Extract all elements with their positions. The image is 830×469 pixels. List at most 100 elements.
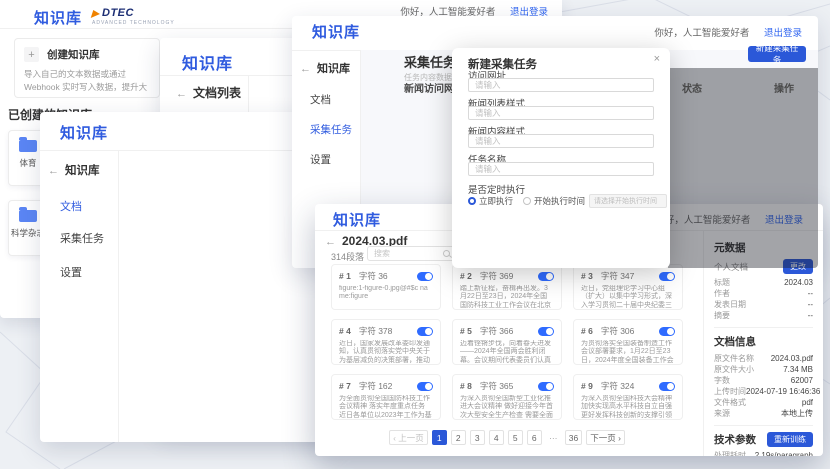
retrain-button[interactable]: 重新训练 [767, 432, 813, 447]
sidebar-item-documents[interactable]: 文档 [310, 92, 331, 107]
paragraph-id: # 7 [339, 381, 351, 391]
paragraph-count: 314段落 [331, 250, 364, 263]
content-style-input[interactable] [468, 134, 654, 148]
tech-row: 处理耗时2.19s/paragraph [714, 450, 813, 456]
pagination-prev[interactable]: ‹ 上一页 [389, 430, 428, 445]
paragraph-id: # 5 [460, 326, 472, 336]
paragraph-chars: 字符 324 [601, 380, 635, 392]
desktop: 知识库 DTEC ADVANCED TECHNOLOGY 你好，人工智能爱好者 … [0, 0, 830, 469]
radio-run-later-label[interactable]: 开始执行时间 [534, 195, 585, 207]
back-arrow-icon: ← [48, 165, 59, 177]
sidebar-item-settings[interactable]: 设置 [60, 264, 82, 280]
paragraph-card[interactable]: # 3字符 347 近日，党组理论学习中心组（扩大）以集中学习形式，深入学习贯彻… [573, 264, 683, 310]
sidebar-item-documents[interactable]: 文档 [60, 198, 82, 214]
user-info: 你好，人工智能爱好者 退出登录 [654, 25, 802, 39]
sidebar-item-settings[interactable]: 设置 [310, 152, 331, 167]
paragraph-text: 近日，国家发展改革委印发通知，认真贯彻落实党中央关于为基层减负的决策部署，推动党… [339, 340, 433, 365]
search-box [367, 246, 455, 261]
close-icon[interactable]: × [654, 53, 660, 65]
pagination-page-6[interactable]: 6 [527, 430, 542, 445]
schedule-options: 立即执行 开始执行时间 [468, 194, 667, 208]
meta-row: 标题2024.03 [714, 277, 813, 288]
pagination: ‹ 上一页 1 2 3 4 5 6 ··· 36 下一页 › [331, 430, 683, 445]
paragraph-id: # 8 [460, 381, 472, 391]
create-kb-card[interactable]: + 创建知识库 导入自己的文本数据或通过 Webhook 实时写入数据，提升大模… [14, 38, 160, 98]
paragraph-toggle[interactable] [659, 272, 675, 281]
list-style-input[interactable] [468, 106, 654, 120]
logout-link[interactable]: 退出登录 [764, 28, 802, 39]
paragraph-text: figure:1-figure-0.jpg@#$c name:figure [339, 285, 433, 302]
paragraph-text: 为深入贯彻全国科技大会精神 加快实现高水平科技自立自强 更好发挥科技创新的支撑引… [581, 395, 675, 420]
paragraph-chars: 字符 36 [359, 270, 388, 282]
pagination-page-4[interactable]: 4 [489, 430, 504, 445]
paragraph-id: # 2 [460, 271, 472, 281]
paragraph-chars: 字符 347 [601, 270, 635, 282]
paragraph-id: # 9 [581, 381, 593, 391]
paragraph-card[interactable]: # 9 字符 324 为深入贯彻全国科技大会精神 加快实现高水平科技自立自强 更好… [573, 374, 683, 420]
radio-run-later[interactable] [523, 197, 531, 205]
file-info-row: 原文件名称2024.03.pdf [714, 353, 813, 364]
paragraph-toggle[interactable] [417, 382, 433, 391]
paragraph-id: # 1 [339, 271, 351, 281]
paragraph-card[interactable]: # 4 字符 378 近日，国家发展改革委印发通知，认真贯彻落实党中央关于为基层减… [331, 319, 441, 365]
paragraph-text: 近日，党组理论学习中心组（扩大）以集中学习形式，深入学习贯彻二十届中央纪委三次全… [581, 285, 675, 310]
paragraph-card[interactable]: # 8字符 365 为深入贯彻全国新型工业化推进大会议精神 做好迎接今年首次大型… [452, 374, 562, 420]
brand-logo-text: DTEC [92, 8, 175, 19]
app-title: 知识库 [60, 122, 108, 143]
paragraph-chars: 字符 378 [359, 325, 393, 337]
pagination-page-2[interactable]: 2 [451, 430, 466, 445]
back-arrow-icon: ← [300, 63, 311, 75]
url-input[interactable] [468, 78, 654, 92]
file-info-row: 来源本地上传 [714, 408, 813, 419]
paragraph-toggle[interactable] [659, 382, 675, 391]
back-to-kb[interactable]: ←知识库 [48, 162, 100, 178]
paragraph-text: 为全面贯彻全国国防科技工作会议精神 落实年度重点任务 近日各单位以2023年工作… [339, 395, 433, 420]
meta-row: 作者-- [714, 288, 813, 299]
paragraph-toggle[interactable] [538, 327, 554, 336]
panel-divider [714, 327, 813, 328]
paragraph-card[interactable]: # 2 字符 369 踏上新征程，奋楫再出发。3月22日至23日，2024年全国国… [452, 264, 562, 310]
create-kb-card-header: + 创建知识库 [24, 47, 150, 62]
paragraph-toggle[interactable] [417, 327, 433, 336]
file-info-row: 字数62007 [714, 375, 813, 386]
radio-run-now-label[interactable]: 立即执行 [479, 195, 513, 207]
kb-card-label: 体育 [19, 158, 36, 168]
folder-icon [19, 140, 37, 152]
paragraph-card[interactable]: # 6字符 306 为贯彻落实全国装备制造工作会议部署要求，1月22日至23日，… [573, 319, 683, 365]
back-arrow-icon: ← [176, 88, 187, 100]
paragraph-card[interactable]: # 1 字符 36 figure:1-figure-0.jpg@#$c name:… [331, 264, 441, 310]
page-title: 采集任务 [404, 52, 456, 71]
paragraph-chars: 字符 369 [480, 270, 514, 282]
pagination-page-36[interactable]: 36 [565, 430, 582, 445]
new-task-button[interactable]: 新建采集任务 [748, 46, 806, 62]
paragraph-text: 踏上新征程，奋楫再出发。3月22日至23日，2024年全国国防科技工业工作会议在… [460, 285, 554, 310]
back-to-doc-list[interactable]: ←文档列表 [176, 84, 241, 101]
plus-icon: + [24, 47, 39, 62]
start-time-picker[interactable] [589, 194, 667, 208]
sidebar-item-collect-tasks[interactable]: 采集任务 [60, 230, 104, 246]
paragraph-toggle[interactable] [538, 272, 554, 281]
pagination-ellipsis[interactable]: ··· [546, 430, 561, 445]
search-input[interactable] [372, 248, 443, 259]
task-name-input[interactable] [468, 162, 654, 176]
paragraph-id: # 4 [339, 326, 351, 336]
column-header-status: 状态 [682, 80, 702, 95]
search-icon [443, 250, 450, 257]
sidebar-item-collect-tasks[interactable]: 采集任务 [310, 122, 352, 137]
pagination-page-1[interactable]: 1 [432, 430, 447, 445]
pagination-page-3[interactable]: 3 [470, 430, 485, 445]
paragraph-card[interactable]: # 5字符 366 迈着铿锵步伐，向着春天进发——2024年全国两会胜利闭幕。会… [452, 319, 562, 365]
paragraph-toggle[interactable] [417, 272, 433, 281]
paragraph-toggle[interactable] [538, 382, 554, 391]
pagination-next[interactable]: 下一页 › [586, 430, 625, 445]
back-to-kb[interactable]: ←知识库 [300, 60, 350, 76]
pagination-page-5[interactable]: 5 [508, 430, 523, 445]
radio-run-now[interactable] [468, 197, 476, 205]
brand-logo: DTEC ADVANCED TECHNOLOGY [92, 8, 175, 26]
paragraph-card[interactable]: # 7 字符 162 为全面贯彻全国国防科技工作会议精神 落实年度重点任务 近日各… [331, 374, 441, 420]
panel-divider [714, 425, 813, 426]
paragraph-chars: 字符 162 [359, 380, 393, 392]
back-arrow-icon: ← [325, 236, 336, 248]
create-kb-title: 创建知识库 [47, 47, 100, 62]
paragraph-toggle[interactable] [659, 327, 675, 336]
